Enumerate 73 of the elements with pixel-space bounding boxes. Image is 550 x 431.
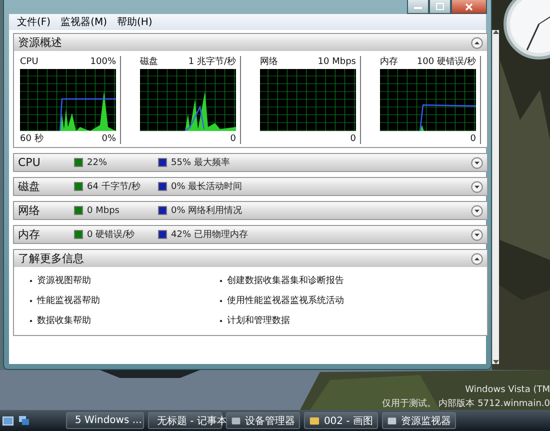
menu-item[interactable]: 帮助(H)	[113, 15, 156, 29]
app-icon	[309, 414, 320, 426]
help-link[interactable]: 计划和管理数据	[220, 314, 487, 327]
collapse-icon[interactable]	[471, 252, 483, 264]
expand-icon[interactable]	[471, 228, 483, 240]
help-link[interactable]: 资源视图帮助	[30, 274, 220, 287]
section-header[interactable]: 磁盘 64 千字节/秒 0% 最长活动时间	[14, 178, 487, 195]
section-title: 网络	[18, 203, 41, 218]
usage-swatch-icon	[74, 158, 83, 167]
section-header[interactable]: 资源概述	[14, 34, 487, 51]
help-link[interactable]: 性能监视器帮助	[30, 294, 220, 307]
help-link[interactable]: 使用性能监视器监视系统活动	[220, 294, 487, 307]
stat-text: 0 硬错误/秒	[87, 228, 135, 241]
graph-label: 磁盘	[140, 56, 158, 68]
usage-swatch-icon	[158, 182, 167, 191]
stat-text: 42% 已用物理内存	[171, 228, 248, 241]
taskbar-button[interactable]: 002 - 画图	[304, 412, 378, 429]
usage-swatch-icon	[158, 230, 167, 239]
minimize-icon	[414, 4, 422, 8]
usage-swatch-icon	[158, 206, 167, 215]
app-icon	[387, 414, 397, 426]
section-title: 内存	[18, 227, 41, 242]
graph-label: 网络	[260, 56, 278, 68]
section-title: 资源概述	[18, 35, 62, 50]
graph-min: 0%	[102, 134, 116, 144]
taskbar-button[interactable]: 5 Windows ...	[66, 412, 144, 429]
expand-icon[interactable]	[471, 156, 483, 168]
graph-scale: 1 兆字节/秒	[188, 56, 236, 68]
help-link[interactable]: 数据收集帮助	[30, 314, 220, 327]
switch-windows-icon[interactable]	[18, 414, 30, 426]
build-text: 仅用于测试。 内部版本 5712.winmain.0	[382, 398, 550, 410]
section-title: 磁盘	[18, 179, 41, 194]
os-version-text: Windows Vista (TM	[465, 385, 550, 395]
usage-swatch-icon	[74, 230, 83, 239]
section-header[interactable]: CPU 22% 55% 最大频率	[14, 154, 487, 171]
collapse-icon[interactable]	[471, 36, 483, 48]
app-icon	[231, 414, 241, 426]
maximize-icon	[436, 3, 444, 10]
help-link[interactable]: 创建数据收集器集和诊断报告	[220, 274, 487, 287]
expand-icon[interactable]	[471, 204, 483, 216]
close-icon	[465, 2, 473, 10]
graph-min: 0	[470, 134, 476, 144]
graph-time: 60 秒	[20, 132, 44, 145]
taskbar-button[interactable]: 资源监视器	[382, 412, 456, 429]
menu-item[interactable]: 监视器(M)	[56, 15, 111, 29]
graph-label: CPU	[20, 56, 38, 66]
taskbar-button[interactable]: 设备管理器	[226, 412, 300, 429]
usage-swatch-icon	[74, 182, 83, 191]
graph-scale: 100%	[90, 56, 116, 66]
section-header[interactable]: 了解更多信息	[14, 250, 487, 267]
show-desktop-icon[interactable]	[2, 414, 14, 426]
stat-text: 22%	[87, 158, 108, 168]
stat-text: 0 Mbps	[87, 206, 120, 216]
graph-min: 0	[230, 134, 236, 144]
stat-text: 0% 网络利用情况	[171, 204, 242, 217]
section-title: CPU	[18, 156, 42, 169]
stat-text: 64 千字节/秒	[87, 180, 140, 193]
section-title: 了解更多信息	[18, 251, 84, 266]
graph-min: 0	[350, 134, 356, 144]
menu-item[interactable]: 文件(F)	[13, 15, 55, 29]
section-header[interactable]: 网络 0 Mbps 0% 网络利用情况	[14, 202, 487, 219]
stat-text: 0% 最长活动时间	[171, 180, 242, 193]
expand-icon[interactable]	[471, 180, 483, 192]
usage-swatch-icon	[158, 158, 167, 167]
section-header[interactable]: 内存 0 硬错误/秒 42% 已用物理内存	[14, 226, 487, 243]
minimize-button[interactable]	[407, 0, 429, 14]
graph-scale: 100 硬错误/秒	[416, 56, 476, 68]
graph-label: 内存	[380, 56, 398, 68]
graph-scale: 10 Mbps	[318, 56, 356, 66]
stat-text: 55% 最大频率	[171, 156, 230, 169]
maximize-button[interactable]	[429, 0, 451, 14]
usage-swatch-icon	[74, 206, 83, 215]
close-button[interactable]	[451, 0, 487, 14]
